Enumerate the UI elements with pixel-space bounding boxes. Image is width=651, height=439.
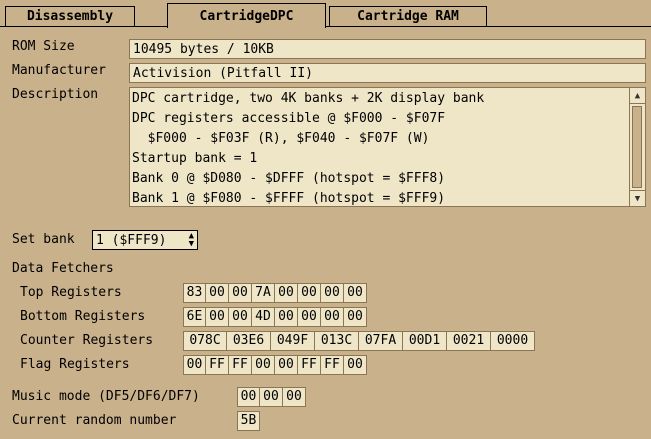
register-cell[interactable]: 00	[344, 283, 367, 303]
set-bank-value: 1 ($FFF9)	[96, 232, 167, 248]
register-cell[interactable]: 00	[298, 307, 321, 327]
description-line: Bank 0 @ $D080 - $DFFF (hotspot = $FFF8)	[132, 171, 446, 186]
scrollbar-thumb[interactable]	[632, 106, 642, 188]
register-cell[interactable]: 0000	[491, 331, 535, 351]
flag-registers-label: Flag Registers	[20, 357, 130, 372]
manufacturer-field[interactable]: Activision (Pitfall II)	[129, 63, 646, 83]
register-cell[interactable]: 00	[206, 283, 229, 303]
register-cell[interactable]: 00	[344, 355, 367, 375]
register-cell[interactable]: 00	[321, 283, 344, 303]
register-cell[interactable]: 00	[252, 355, 275, 375]
tab-bar: Disassembly CartridgeDPC Cartridge RAM	[0, 0, 651, 29]
register-cell[interactable]: 83	[183, 283, 206, 303]
description-line: DPC registers accessible @ $F000 - $F07F	[132, 111, 446, 126]
manufacturer-label: Manufacturer	[12, 63, 106, 78]
register-cell[interactable]: 00	[237, 387, 260, 407]
register-cell[interactable]: 4D	[252, 307, 275, 327]
flag-registers: 00 FF FF 00 00 FF FF 00	[183, 355, 367, 375]
register-cell[interactable]: 00	[229, 307, 252, 327]
description-label: Description	[12, 87, 99, 102]
random-number-label: Current random number	[12, 413, 177, 428]
tab-disassembly[interactable]: Disassembly	[5, 6, 135, 26]
tab-cartridge-ram[interactable]: Cartridge RAM	[329, 6, 487, 26]
description-line: Startup bank = 1	[132, 151, 258, 166]
register-cell[interactable]: 00	[321, 307, 344, 327]
top-registers: 83 00 00 7A 00 00 00 00	[183, 283, 367, 303]
data-fetchers-label: Data Fetchers	[12, 261, 114, 276]
set-bank-label: Set bank	[12, 232, 75, 247]
description-textarea[interactable]: DPC cartridge, two 4K banks + 2K display…	[129, 87, 646, 207]
register-cell[interactable]: 00	[275, 355, 298, 375]
register-cell[interactable]: 00	[344, 307, 367, 327]
register-cell[interactable]: 00	[275, 307, 298, 327]
register-cell[interactable]: 03E6	[227, 331, 271, 351]
register-cell[interactable]: 6E	[183, 307, 206, 327]
register-cell[interactable]: 00	[260, 387, 283, 407]
rom-size-field[interactable]: 10495 bytes / 10KB	[129, 39, 646, 59]
random-number: 5B	[237, 411, 260, 431]
register-cell[interactable]: 0021	[447, 331, 491, 351]
counter-registers: 078C 03E6 049F 013C 07FA 00D1 0021 0000	[183, 331, 535, 351]
updown-arrows-icon: ▲ ▼	[188, 231, 194, 249]
top-registers-label: Top Registers	[20, 285, 122, 300]
scroll-up-arrow-icon[interactable]: ▲	[630, 88, 645, 104]
register-cell[interactable]: 00	[229, 283, 252, 303]
register-cell[interactable]: 00	[298, 283, 321, 303]
description-scrollbar[interactable]: ▲ ▼	[629, 88, 645, 206]
register-cell[interactable]: 7A	[252, 283, 275, 303]
counter-registers-label: Counter Registers	[20, 333, 154, 348]
register-cell[interactable]: 078C	[183, 331, 227, 351]
register-cell[interactable]: 5B	[237, 411, 260, 431]
description-line: Bank 1 @ $F080 - $FFFF (hotspot = $FFF9)	[132, 191, 446, 206]
rom-size-label: ROM Size	[12, 39, 75, 54]
register-cell[interactable]: FF	[229, 355, 252, 375]
register-cell[interactable]: 00D1	[403, 331, 447, 351]
description-line: $F000 - $F03F (R), $F040 - $F07F (W)	[132, 131, 430, 146]
tab-cartridge-dpc[interactable]: CartridgeDPC	[167, 3, 326, 29]
register-cell[interactable]: 00	[275, 283, 298, 303]
register-cell[interactable]: FF	[206, 355, 229, 375]
set-bank-select[interactable]: 1 ($FFF9) ▲ ▼	[92, 230, 198, 250]
register-cell[interactable]: 00	[206, 307, 229, 327]
music-mode-label: Music mode (DF5/DF6/DF7)	[12, 389, 200, 404]
register-cell[interactable]: FF	[321, 355, 344, 375]
register-cell[interactable]: 013C	[315, 331, 359, 351]
register-cell[interactable]: 07FA	[359, 331, 403, 351]
bottom-registers: 6E 00 00 4D 00 00 00 00	[183, 307, 367, 327]
register-cell[interactable]: FF	[298, 355, 321, 375]
register-cell[interactable]: 049F	[271, 331, 315, 351]
scroll-down-arrow-icon[interactable]: ▼	[630, 190, 645, 206]
register-cell[interactable]: 00	[183, 355, 206, 375]
bottom-registers-label: Bottom Registers	[20, 309, 146, 324]
register-cell[interactable]: 00	[283, 387, 306, 407]
description-line: DPC cartridge, two 4K banks + 2K display…	[132, 91, 485, 106]
music-mode-registers: 00 00 00	[237, 387, 306, 407]
